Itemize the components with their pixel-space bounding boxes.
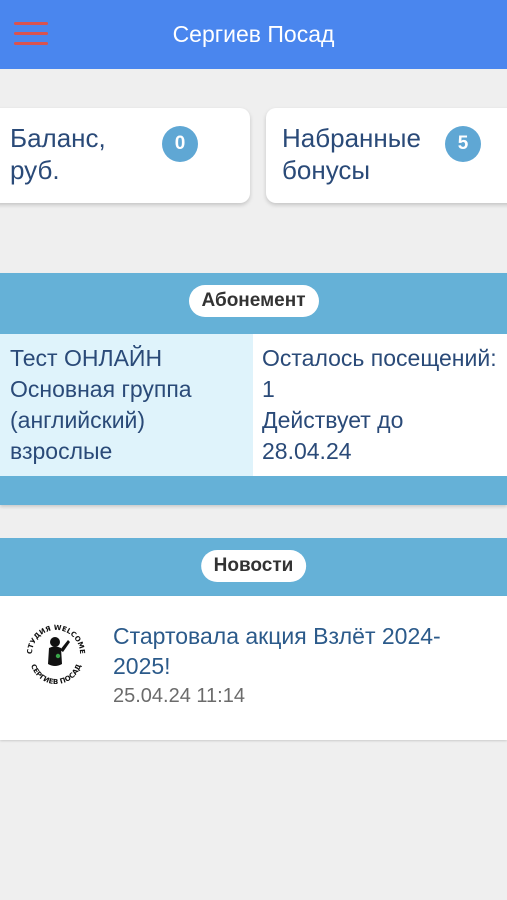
app-header: Сергиев Посад	[0, 0, 507, 69]
page-title: Сергиев Посад	[172, 21, 335, 47]
news-item[interactable]: СТУДИЯ WELCOME СЕРГИЕВ ПОСАД Стартовала …	[0, 596, 507, 740]
subscription-row[interactable]: Тест ОНЛАЙН Основная группа (английский)…	[0, 334, 507, 476]
news-date: 25.04.24 11:14	[113, 685, 245, 707]
studio-logo-icon: СТУДИЯ WELCOME СЕРГИЕВ ПОСАД	[24, 620, 88, 686]
balance-label: Баланс, руб.	[10, 123, 106, 185]
subscription-details: Осталось посещений: 1 Действует до 28.04…	[253, 334, 507, 476]
news-section: Новости	[0, 538, 507, 596]
subscription-name: Тест ОНЛАЙН Основная группа (английский)…	[0, 334, 253, 476]
subscription-section: Абонемент Тест ОНЛАЙН Основная группа (а…	[0, 273, 507, 505]
bonus-card[interactable]: Набранные бонусы 5	[266, 108, 507, 203]
balance-card[interactable]: Баланс, руб. 0	[0, 108, 250, 203]
bonus-label: Набранные бонусы	[282, 123, 421, 185]
subscription-valid-until: Действует до 28.04.24	[262, 407, 404, 464]
news-title: Стартовала акция Взлёт 2024-2025!	[113, 623, 441, 679]
hamburger-menu-icon[interactable]	[14, 22, 50, 48]
subscription-visits: Осталось посещений: 1	[262, 345, 497, 402]
bonus-badge: 5	[445, 126, 481, 162]
news-heading: Новости	[200, 550, 307, 582]
balance-badge: 0	[162, 126, 198, 162]
subscription-heading: Абонемент	[188, 285, 319, 317]
